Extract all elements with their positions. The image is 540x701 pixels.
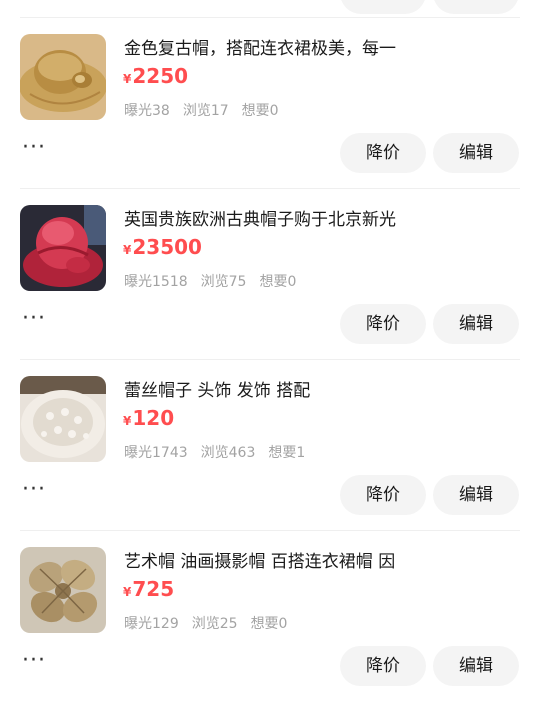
previous-edit-button[interactable]: [433, 0, 519, 14]
listing-item[interactable]: 蕾丝帽子 头饰 发饰 搭配 ¥120 曝光1743 浏览463 想要1 ··· 降价…: [0, 360, 540, 530]
item-stats: 曝光1743 浏览463 想要1: [124, 442, 318, 462]
product-thumbnail-red-hat[interactable]: [20, 205, 106, 291]
more-options-icon[interactable]: ···: [22, 133, 52, 169]
item-stats: 曝光129 浏览25 想要0: [124, 613, 300, 633]
more-options-icon[interactable]: ···: [22, 475, 52, 511]
currency-symbol: ¥: [123, 72, 132, 86]
listing-item[interactable]: 英国贵族欧洲古典帽子购于北京新光 ¥23500 曝光1518 浏览75 想要0 ··…: [0, 189, 540, 359]
exposure-count: 曝光38: [124, 103, 170, 119]
item-price: ¥2250: [123, 64, 188, 88]
reduce-price-button[interactable]: 降价: [340, 646, 426, 686]
listing-item[interactable]: 艺术帽 油画摄影帽 百搭连衣裙帽 因 ¥725 曝光129 浏览25 想要0 ···…: [0, 531, 540, 701]
item-stats: 曝光38 浏览17 想要0: [124, 100, 292, 120]
currency-symbol: ¥: [123, 414, 132, 428]
exposure-count: 曝光1518: [124, 274, 188, 290]
item-title[interactable]: 艺术帽 油画摄影帽 百搭连衣裙帽 因: [124, 550, 524, 574]
edit-button[interactable]: 编辑: [433, 646, 519, 686]
edit-button[interactable]: 编辑: [433, 475, 519, 515]
item-price: ¥725: [123, 577, 174, 601]
edit-button[interactable]: 编辑: [433, 133, 519, 173]
listing-item[interactable]: 金色复古帽，搭配连衣裙极美，每一 ¥2250 曝光38 浏览17 想要0 ··· 降…: [0, 18, 540, 188]
product-thumbnail-lace-hat[interactable]: [20, 376, 106, 462]
item-price: ¥120: [123, 406, 174, 430]
view-count: 浏览25: [191, 616, 238, 632]
want-count: 想要0: [241, 103, 279, 119]
reduce-price-button[interactable]: 降价: [340, 133, 426, 173]
exposure-count: 曝光129: [124, 616, 179, 632]
lace-hat-image: [20, 376, 106, 462]
more-options-icon[interactable]: ···: [22, 646, 52, 682]
reduce-price-button[interactable]: 降价: [340, 475, 426, 515]
view-count: 浏览17: [182, 103, 229, 119]
item-price: ¥23500: [123, 235, 202, 259]
previous-item-partial: [0, 0, 540, 18]
price-value: 2250: [132, 64, 189, 88]
item-title[interactable]: 蕾丝帽子 头饰 发饰 搭配: [124, 379, 524, 403]
want-count: 想要0: [259, 274, 297, 290]
view-count: 浏览463: [200, 445, 256, 461]
gold-hat-image: [20, 34, 106, 120]
product-thumbnail-gold-hat[interactable]: [20, 34, 106, 120]
exposure-count: 曝光1743: [124, 445, 188, 461]
more-options-icon[interactable]: ···: [22, 304, 52, 340]
item-title[interactable]: 英国贵族欧洲古典帽子购于北京新光: [124, 208, 524, 232]
currency-symbol: ¥: [123, 585, 132, 599]
price-value: 725: [132, 577, 175, 601]
view-count: 浏览75: [200, 274, 247, 290]
previous-reduce-button[interactable]: [340, 0, 426, 14]
art-hat-image: [20, 547, 106, 633]
currency-symbol: ¥: [123, 243, 132, 257]
product-thumbnail-art-hat[interactable]: [20, 547, 106, 633]
want-count: 想要1: [268, 445, 306, 461]
want-count: 想要0: [250, 616, 288, 632]
price-value: 23500: [132, 235, 202, 259]
item-title[interactable]: 金色复古帽，搭配连衣裙极美，每一: [124, 37, 524, 61]
price-value: 120: [132, 406, 175, 430]
item-stats: 曝光1518 浏览75 想要0: [124, 271, 309, 291]
edit-button[interactable]: 编辑: [433, 304, 519, 344]
reduce-price-button[interactable]: 降价: [340, 304, 426, 344]
red-hat-image: [20, 205, 106, 291]
